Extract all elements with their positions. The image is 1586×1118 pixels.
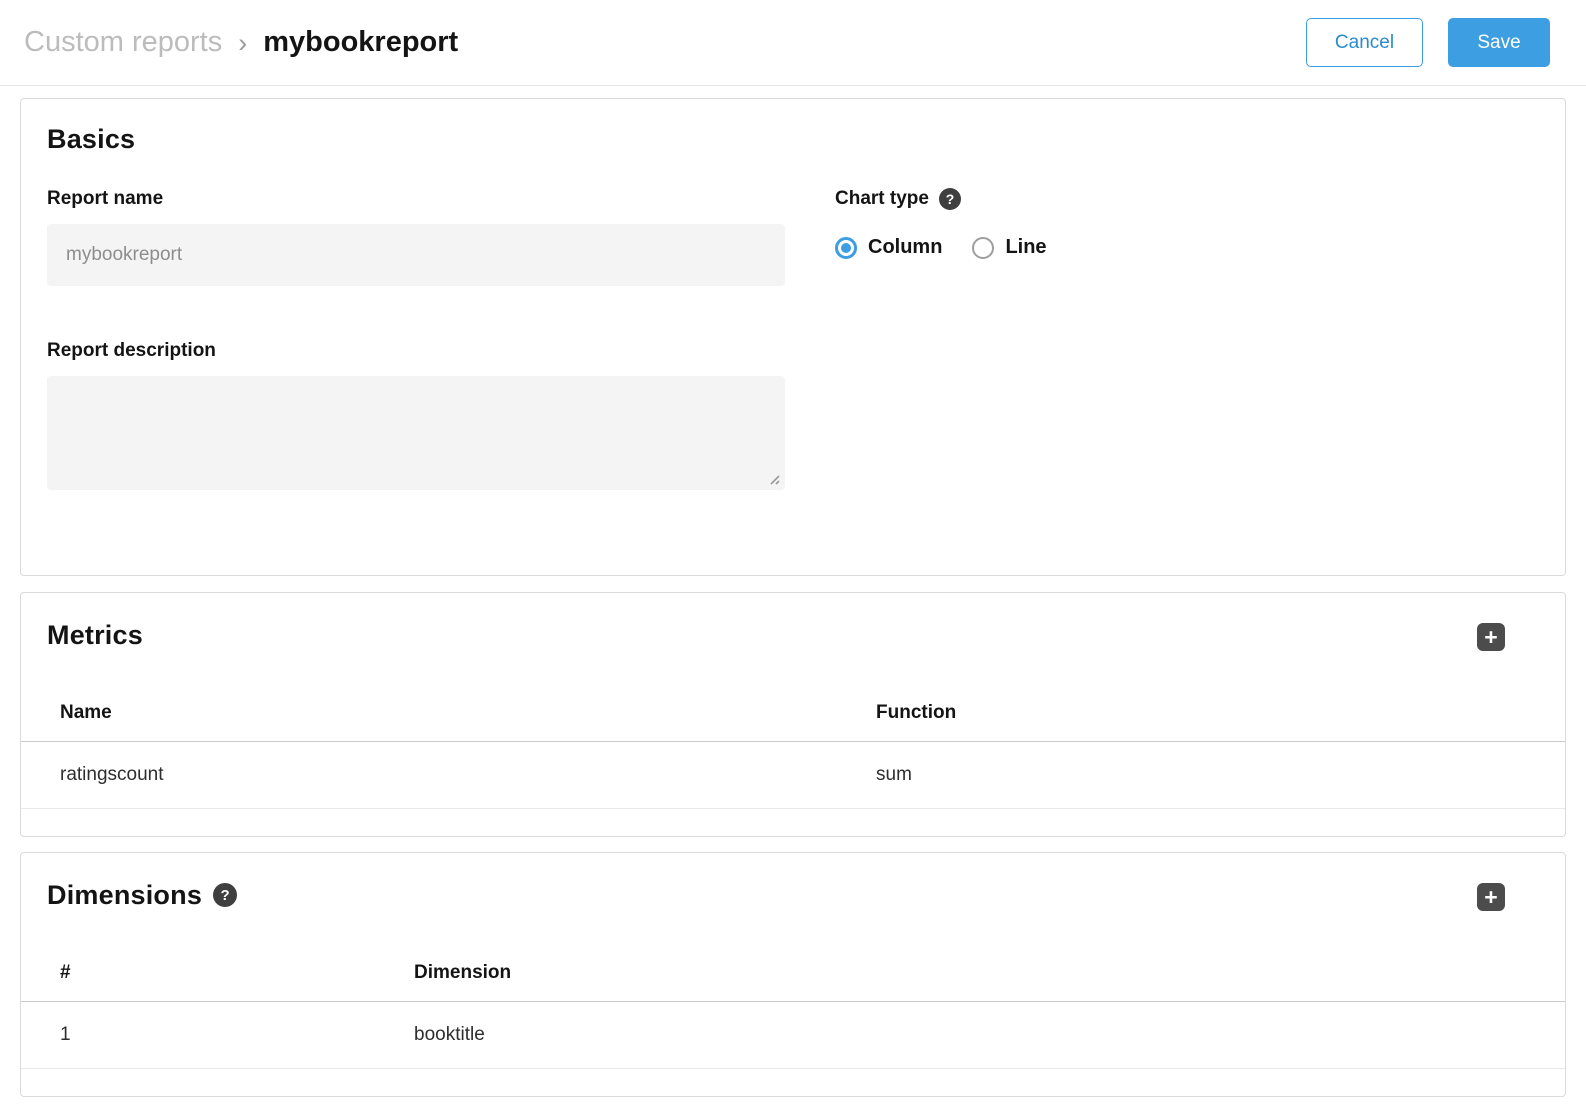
metrics-title-wrap: Metrics: [47, 619, 143, 651]
dimensions-title-wrap: Dimensions ?: [47, 879, 237, 911]
radio-column-label: Column: [868, 236, 942, 259]
cancel-button[interactable]: Cancel: [1306, 18, 1423, 67]
plus-icon: +: [1484, 886, 1497, 909]
dimension-name-cell: booktitle: [414, 1024, 1565, 1046]
dimensions-card: Dimensions ? + # Dimension 1 booktitle: [20, 852, 1566, 1097]
metrics-table-header: Name Function: [21, 685, 1565, 742]
metrics-col-name: Name: [60, 702, 876, 724]
breadcrumb: Custom reports › mybookreport: [24, 26, 458, 59]
radio-unselected-icon: [972, 237, 994, 259]
metric-function-cell: sum: [876, 764, 1565, 786]
resize-handle-icon[interactable]: [765, 470, 780, 485]
chart-type-header: Chart type ?: [835, 188, 1077, 210]
metrics-table: Name Function ratingscount sum: [21, 685, 1565, 836]
basics-card: Basics Report name Report description Ch…: [20, 98, 1566, 576]
basics-right-column: Chart type ? Column Line: [835, 188, 1077, 490]
chart-type-help-icon[interactable]: ?: [939, 188, 961, 210]
table-row[interactable]: 1 booktitle: [21, 1002, 1565, 1069]
report-description-textarea[interactable]: [47, 376, 785, 490]
metrics-col-function: Function: [876, 702, 1565, 724]
metric-name-cell: ratingscount: [60, 764, 876, 786]
dimensions-table-header: # Dimension: [21, 945, 1565, 1002]
metrics-card: Metrics + Name Function ratingscount sum: [20, 592, 1566, 837]
add-dimension-button[interactable]: +: [1477, 883, 1505, 911]
basics-left-column: Report name Report description: [47, 188, 785, 490]
table-row[interactable]: ratingscount sum: [21, 742, 1565, 809]
radio-selected-icon: [835, 237, 857, 259]
add-metric-button[interactable]: +: [1477, 623, 1505, 651]
chart-type-option-column[interactable]: Column: [835, 236, 942, 259]
dimensions-table-footer: [21, 1069, 1565, 1096]
basics-title: Basics: [47, 123, 1539, 155]
report-description-wrap: [47, 376, 785, 490]
radio-line-label: Line: [1005, 236, 1046, 259]
report-description-label: Report description: [47, 340, 785, 362]
breadcrumb-current: mybookreport: [263, 26, 458, 59]
dimensions-col-dimension: Dimension: [414, 962, 1565, 984]
chart-type-label: Chart type: [835, 188, 929, 210]
chart-type-options: Column Line: [835, 236, 1077, 259]
header-actions: Cancel Save: [1306, 18, 1566, 67]
metrics-header: Metrics +: [21, 593, 1565, 651]
chevron-right-icon: ›: [238, 26, 247, 59]
report-name-input[interactable]: [47, 224, 785, 286]
plus-icon: +: [1484, 626, 1497, 649]
field-gap: [47, 286, 785, 340]
metrics-title: Metrics: [47, 619, 143, 651]
basics-body: Report name Report description Chart typ…: [47, 188, 1539, 490]
dimensions-col-index: #: [60, 962, 414, 984]
dimensions-header: Dimensions ? +: [21, 853, 1565, 911]
breadcrumb-parent-link[interactable]: Custom reports: [24, 26, 222, 59]
dimensions-title: Dimensions: [47, 879, 202, 911]
save-button[interactable]: Save: [1448, 18, 1550, 67]
header: Custom reports › mybookreport Cancel Sav…: [0, 0, 1586, 86]
dimensions-help-icon[interactable]: ?: [213, 883, 237, 907]
chart-type-option-line[interactable]: Line: [972, 236, 1046, 259]
report-name-label: Report name: [47, 188, 785, 210]
metrics-table-footer: [21, 809, 1565, 836]
dimension-index-cell: 1: [60, 1024, 414, 1046]
dimensions-table: # Dimension 1 booktitle: [21, 945, 1565, 1096]
